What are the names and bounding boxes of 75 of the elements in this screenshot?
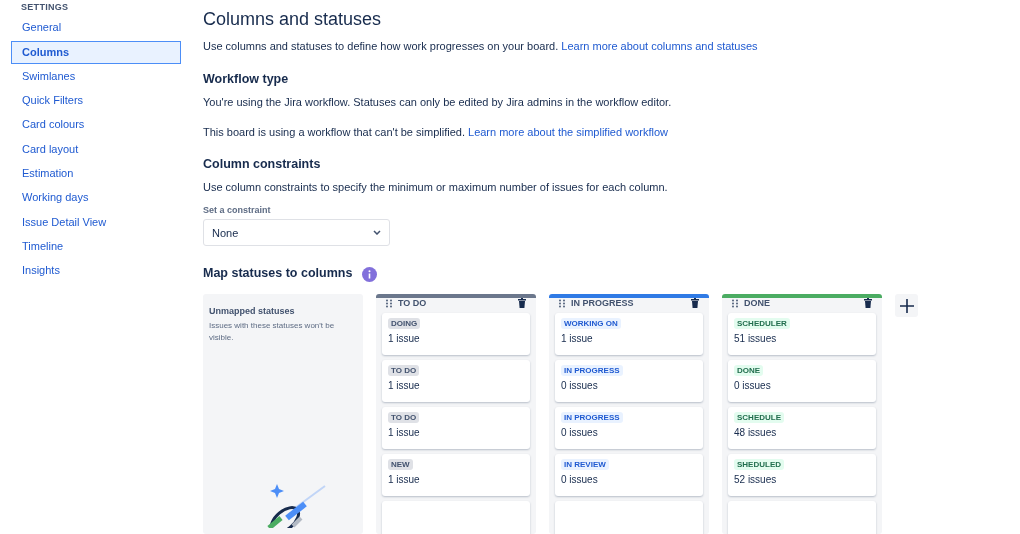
plus-icon	[899, 298, 914, 313]
unmapped-text: Issues with these statuses won't be visible.	[209, 320, 336, 344]
sidebar-item[interactable]: Insights	[11, 259, 181, 283]
chevron-down-icon	[373, 230, 381, 236]
issue-count: 1 issue	[388, 474, 421, 485]
status-card[interactable]: DONE 0 issues	[728, 360, 876, 402]
status-card[interactable]: NEW 1 issue	[382, 454, 530, 496]
trash-icon[interactable]	[518, 298, 526, 308]
sidebar-item[interactable]: General	[11, 16, 181, 40]
sidebar-item[interactable]: Card layout	[11, 137, 181, 161]
drag-handle-icon[interactable]	[732, 298, 738, 308]
status-card[interactable]: IN PROGRESS 0 issues	[555, 407, 703, 449]
column-name: DONE	[744, 298, 771, 308]
issue-count: 0 issues	[561, 474, 599, 485]
status-lozenge: IN PROGRESS	[561, 412, 623, 423]
sidebar-item[interactable]: Columns	[11, 40, 181, 64]
status-card[interactable]: DOING 1 issue	[382, 313, 530, 355]
section-heading: Workflow type	[203, 72, 290, 88]
status-card[interactable]: SCHEDULE 48 issues	[728, 407, 876, 449]
status-lozenge: DOING	[388, 318, 421, 329]
workflow-text: This board is using a workflow that can't be simplified. Learn more about the simplified workflow	[203, 125, 669, 140]
issue-count: 1 issue	[561, 333, 594, 344]
status-lozenge: NEW	[388, 459, 413, 470]
status-lozenge: WORKING ON	[561, 318, 621, 329]
sidebar-item[interactable]: Estimation	[11, 162, 181, 186]
issue-count: 1 issue	[388, 427, 421, 438]
status-lozenge: DONE	[734, 365, 764, 376]
issue-count: 51 issues	[734, 333, 778, 344]
issue-count: 1 issue	[388, 380, 421, 391]
settings-heading: SETTINGS	[20, 1, 70, 14]
status-lozenge: SCHEDULER	[734, 318, 790, 329]
trash-icon[interactable]	[864, 298, 872, 308]
learn-more-link[interactable]: Learn more about columns and statuses	[561, 40, 758, 52]
sidebar-item[interactable]: Card colours	[11, 113, 181, 137]
status-lozenge: TO DO	[388, 412, 420, 423]
sidebar-item[interactable]: Timeline	[11, 234, 181, 258]
section-heading: Map statuses to columns	[203, 266, 353, 282]
column-name: IN PROGRESS	[571, 298, 635, 308]
status-card[interactable]: IN PROGRESS 0 issues	[555, 360, 703, 402]
page-title: Columns and statuses	[203, 9, 383, 30]
field-label: Set a constraint	[203, 205, 272, 216]
issue-count: 1 issue	[388, 333, 421, 344]
issue-count: 52 issues	[734, 474, 778, 485]
status-lozenge: SHEDULED	[734, 459, 784, 470]
status-lozenge: IN PROGRESS	[561, 365, 623, 376]
unmapped-title: Unmapped statuses	[209, 306, 296, 316]
drag-handle-icon[interactable]	[559, 298, 565, 308]
intro-text: Use columns and statuses to define how work progresses on your board. Learn more about columns and statuses	[203, 39, 759, 53]
column-name: TO DO	[398, 298, 428, 308]
status-lozenge: TO DO	[388, 365, 420, 376]
sidebar-item[interactable]: Quick Filters	[11, 89, 181, 113]
status-card[interactable]: TO DO 1 issue	[382, 407, 530, 449]
status-card[interactable]: WORKING ON 1 issue	[555, 313, 703, 355]
add-column-button[interactable]	[895, 294, 918, 317]
status-card[interactable]: IN REVIEW 0 issues	[555, 454, 703, 496]
status-lozenge: IN REVIEW	[561, 459, 609, 470]
section-heading: Column constraints	[203, 157, 322, 173]
status-lozenge: SCHEDULE	[734, 412, 784, 423]
issue-count: 0 issues	[734, 380, 772, 391]
sidebar-item[interactable]: Working days	[11, 186, 181, 210]
constraint-select[interactable]: None	[203, 219, 390, 246]
sidebar-item[interactable]: Swimlanes	[11, 64, 181, 88]
issue-count: 48 issues	[734, 427, 778, 438]
drag-handle-icon[interactable]	[386, 298, 392, 308]
workflow-text: You're using the Jira workflow. Statuses can only be edited by Jira admins in the workflow editor.	[203, 95, 673, 110]
issue-count: 0 issues	[561, 380, 599, 391]
sidebar-item[interactable]: Issue Detail View	[11, 210, 181, 234]
info-icon[interactable]	[362, 266, 378, 282]
status-card[interactable]: TO DO 1 issue	[382, 360, 530, 402]
constraints-text: Use column constraints to specify the minimum or maximum number of issues for each column.	[203, 180, 669, 195]
status-card[interactable]: SCHEDULER 51 issues	[728, 313, 876, 355]
learn-more-link[interactable]: Learn more about the simplified workflow	[468, 126, 668, 139]
status-card[interactable]: SHEDULED 52 issues	[728, 454, 876, 496]
trash-icon[interactable]	[691, 298, 699, 308]
issue-count: 0 issues	[561, 427, 599, 438]
